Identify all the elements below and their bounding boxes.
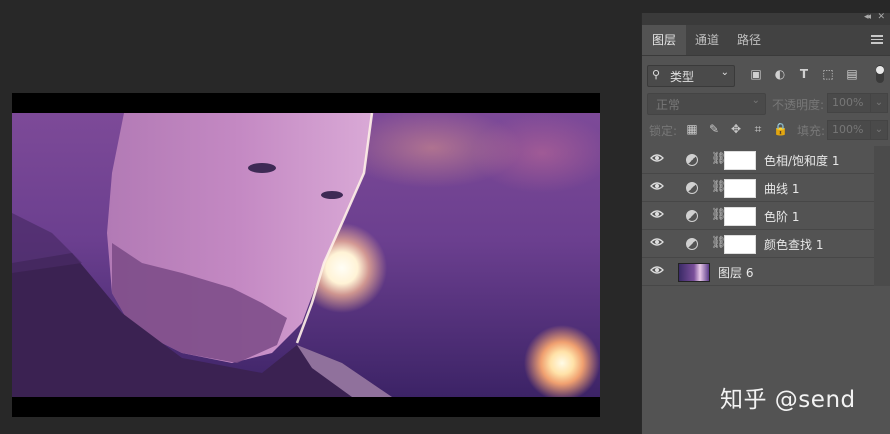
layer-name[interactable]: 颜色查找 1 [764, 236, 823, 253]
fill-dropdown[interactable]: ⌄ [870, 120, 888, 140]
layers-scrollbar[interactable] [874, 146, 890, 286]
document-canvas[interactable] [12, 93, 600, 417]
shape-icon[interactable]: ⬚ [821, 67, 835, 81]
layer-thumbnail[interactable] [678, 263, 710, 282]
eye-icon[interactable] [650, 237, 664, 247]
eye-icon[interactable] [650, 153, 664, 163]
layer-name[interactable]: 图层 6 [718, 264, 753, 281]
eye-icon[interactable] [650, 265, 664, 275]
tab-channels[interactable]: 通道 [685, 25, 729, 55]
layers-panel: ◂◂ ✕ 图层 通道 路径 ⚲ 类型 ⌄ ▣ ◐ T ⬚ ▤ 正常 ⌄ 不透明度… [641, 12, 890, 434]
smart-object-icon[interactable]: ▤ [845, 67, 859, 81]
opacity-label: 不透明度: [772, 98, 825, 112]
layer-mask-thumbnail[interactable] [724, 235, 756, 254]
filter-toggle[interactable] [876, 65, 884, 83]
adjustment-icon[interactable]: ◐ [773, 67, 787, 81]
eye-icon[interactable] [650, 181, 664, 191]
tab-layers[interactable]: 图层 [642, 25, 687, 55]
lock-artboard-icon[interactable]: ⌗ [751, 122, 765, 136]
blend-mode-value: 正常 [656, 98, 681, 112]
close-panel-icon[interactable]: ✕ [877, 12, 885, 22]
adjustment-layer-icon [686, 182, 698, 194]
lock-position-icon[interactable]: ✥ [729, 122, 743, 136]
lock-pixels-icon[interactable]: ✎ [707, 122, 721, 136]
layer-filter-select[interactable]: ⚲ 类型 ⌄ [647, 65, 735, 87]
layer-name[interactable]: 曲线 1 [764, 180, 799, 197]
adjustment-layer-icon [686, 154, 698, 166]
blend-mode-select[interactable]: 正常 ⌄ [647, 93, 766, 115]
panel-title-bar: ◂◂ ✕ [642, 12, 890, 25]
panel-tabs: 图层 通道 路径 [642, 25, 890, 56]
layer-row[interactable]: ⛓ 色阶 1 [642, 202, 874, 230]
panel-menu-icon[interactable] [871, 33, 883, 46]
adjustment-layer-icon [686, 210, 698, 222]
layer-row[interactable]: 图层 6 [642, 258, 874, 286]
search-icon: ⚲ [652, 68, 661, 81]
layer-name[interactable]: 色阶 1 [764, 208, 799, 225]
chevron-down-icon: ⌄ [720, 67, 729, 78]
layer-mask-thumbnail[interactable] [724, 179, 756, 198]
canvas-image [12, 113, 600, 397]
fill-label: 填充: [797, 124, 826, 138]
text-icon[interactable]: T [797, 67, 811, 81]
opacity-input[interactable]: 100% [827, 93, 873, 113]
tab-paths[interactable]: 路径 [727, 25, 771, 55]
layer-mask-thumbnail[interactable] [724, 207, 756, 226]
opacity-dropdown[interactable]: ⌄ [870, 93, 888, 113]
lock-label: 锁定: [649, 124, 678, 138]
layer-row[interactable]: ⛓ 色相/饱和度 1 [642, 146, 874, 174]
layer-filter-label: 类型 [670, 70, 695, 84]
layer-row[interactable]: ⛓ 曲线 1 [642, 174, 874, 202]
watermark-text: 知乎 @send [720, 387, 856, 413]
layer-name[interactable]: 色相/饱和度 1 [764, 152, 840, 169]
fill-input[interactable]: 100% [827, 120, 873, 140]
chevron-down-icon: ⌄ [751, 95, 760, 106]
collapse-panel-icon[interactable]: ◂◂ [864, 12, 871, 22]
lock-all-icon[interactable]: 🔒 [773, 122, 788, 136]
adjustment-layer-icon [686, 238, 698, 250]
layer-row[interactable]: ⛓ 颜色查找 1 [642, 230, 874, 258]
lock-transparent-icon[interactable]: ▦ [685, 122, 699, 136]
layers-list: ⛓ 色相/饱和度 1 ⛓ 曲线 1 ⛓ 色阶 1 ⛓ 颜色查找 1 图层 6 [642, 146, 874, 286]
layer-mask-thumbnail[interactable] [724, 151, 756, 170]
image-icon[interactable]: ▣ [749, 67, 763, 81]
eye-icon[interactable] [650, 209, 664, 219]
